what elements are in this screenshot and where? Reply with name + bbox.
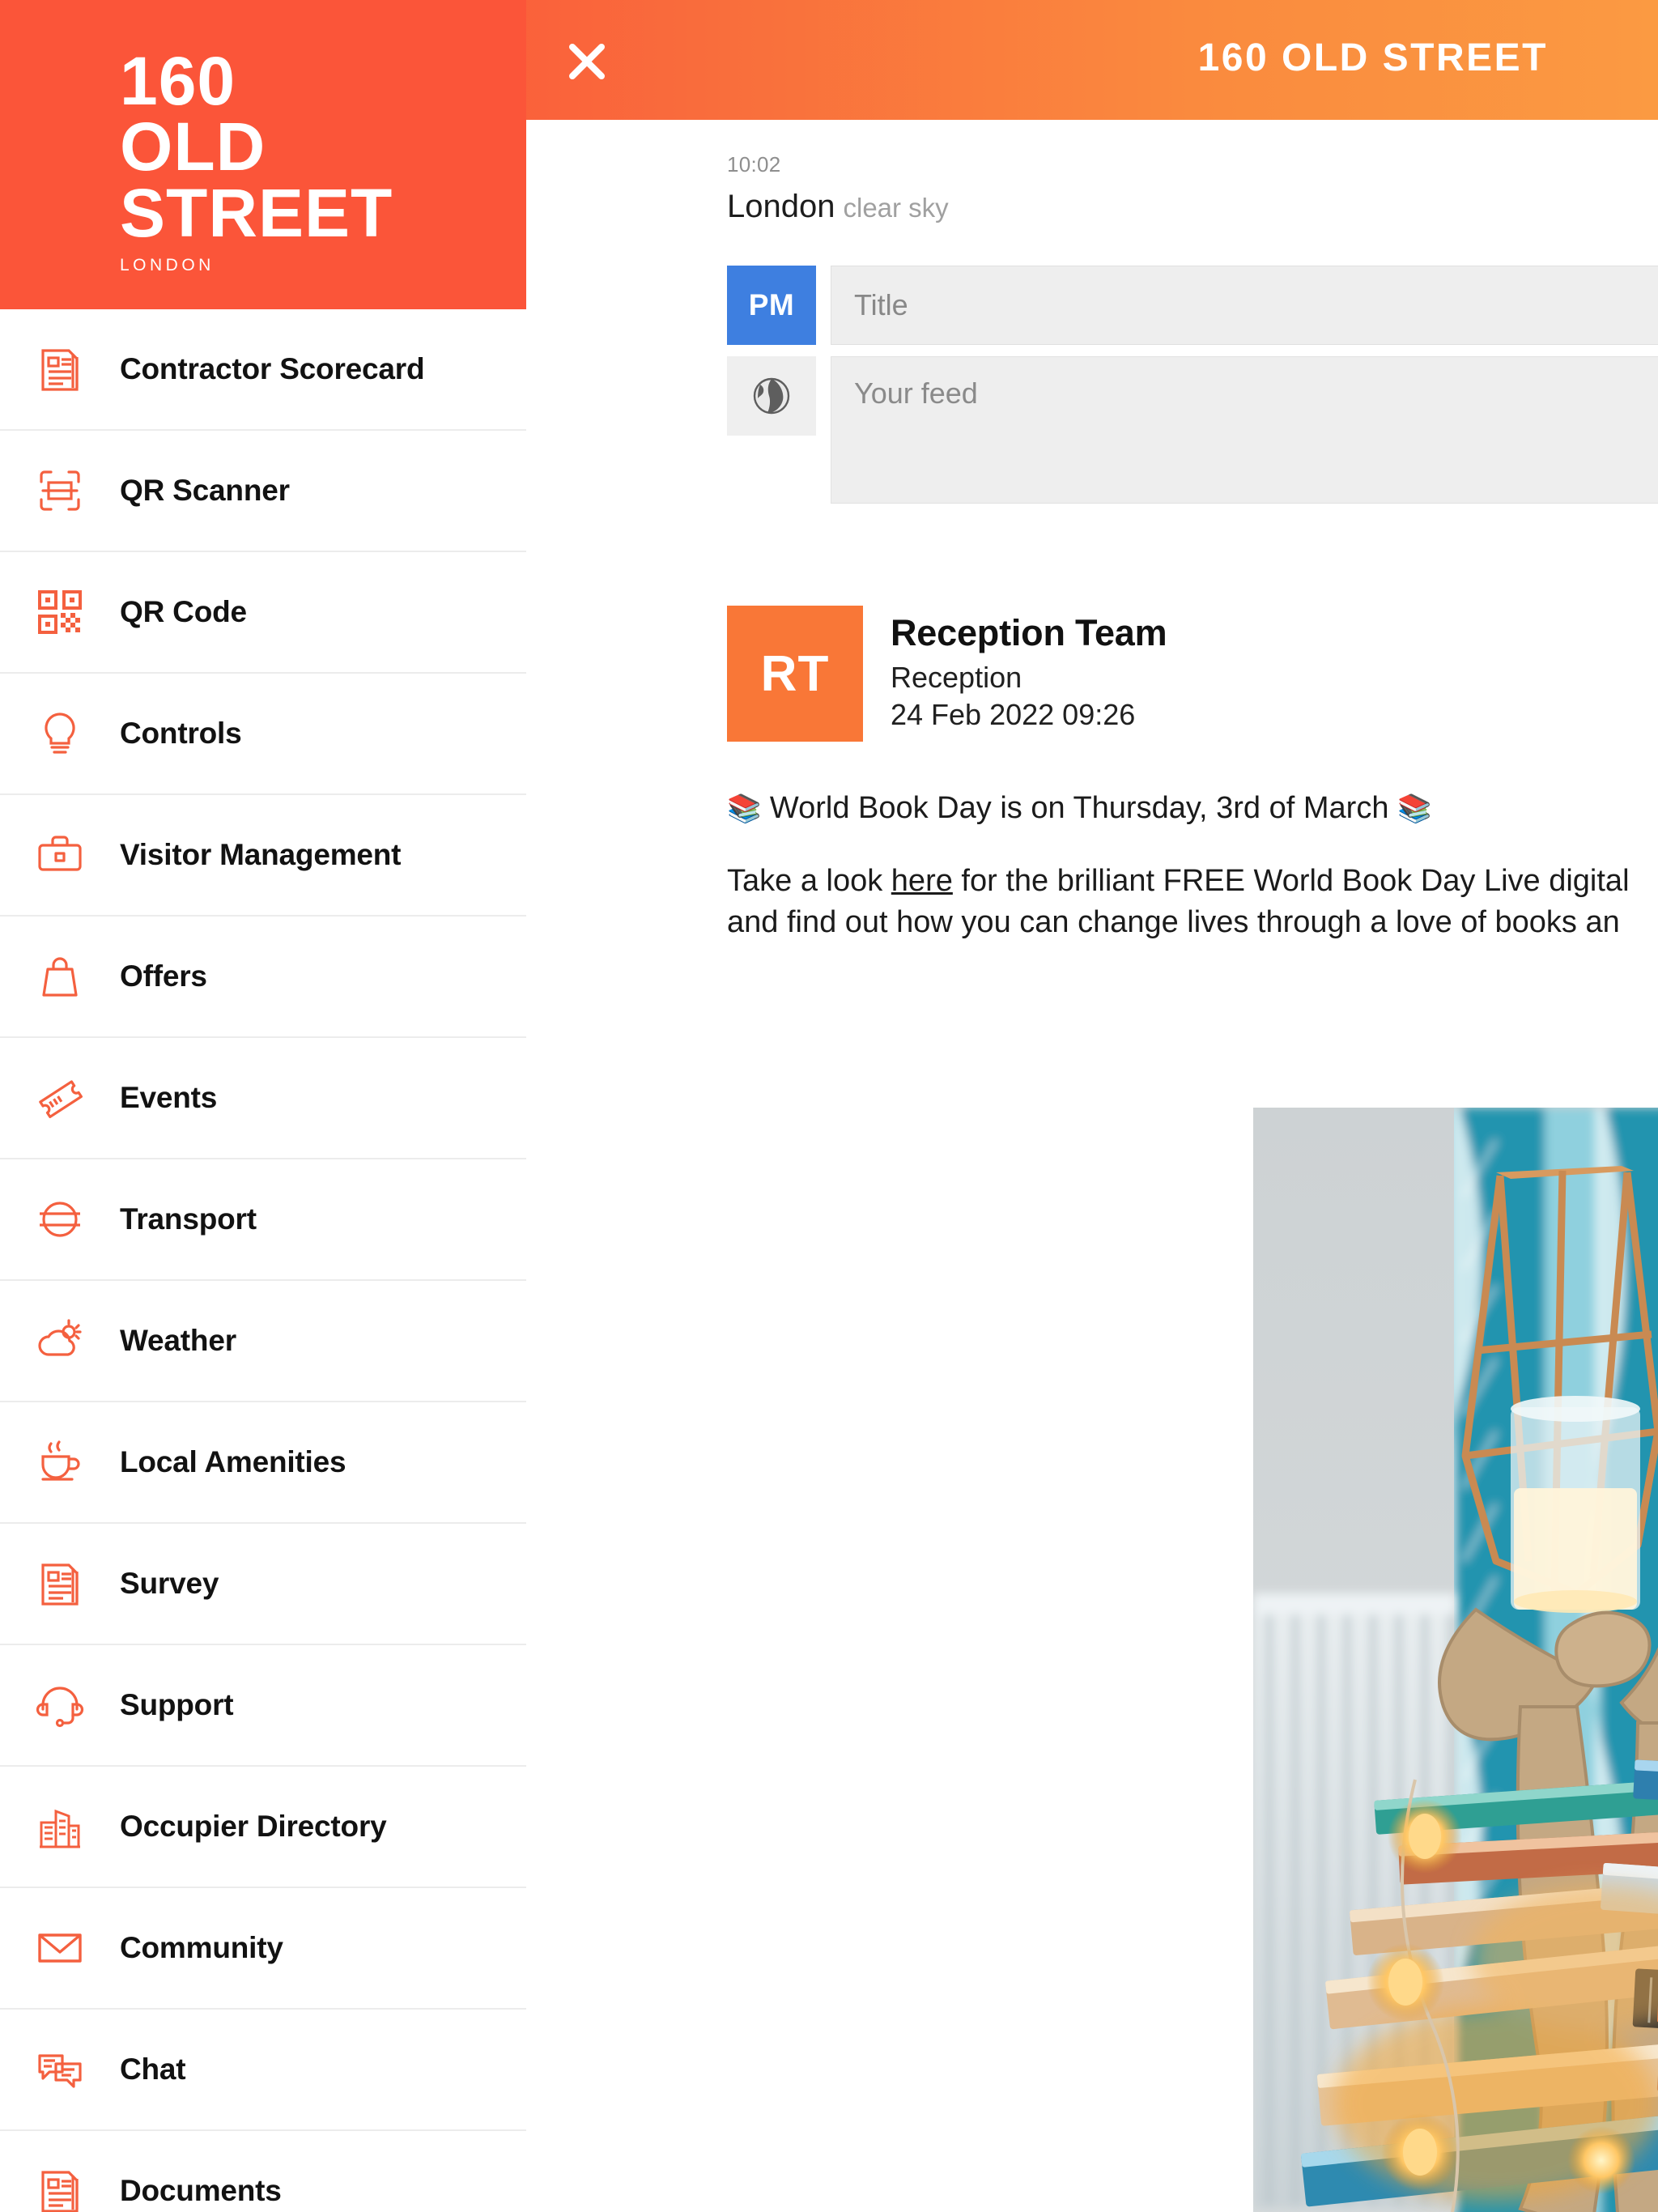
- sidebar-item-offers[interactable]: Offers: [0, 917, 526, 1038]
- post-meta: Reception Team Reception 24 Feb 2022 09:…: [891, 606, 1167, 732]
- sidebar-item-support[interactable]: Support: [0, 1645, 526, 1767]
- books-emoji-left: 📚: [727, 793, 762, 824]
- qr-scanner-icon: [0, 466, 120, 516]
- post-line-2-before: Take a look: [727, 864, 883, 899]
- document-list-icon: [0, 1559, 120, 1609]
- sidebar: 160 OLD STREET LONDON Contractor Scoreca…: [0, 0, 526, 2212]
- post-role: Reception: [891, 661, 1022, 694]
- sidebar-item-label: Documents: [120, 2174, 282, 2207]
- sidebar-item-documents[interactable]: Documents: [0, 2131, 526, 2212]
- books-emoji-right: 📚: [1397, 793, 1432, 824]
- qr-code-icon: [0, 587, 120, 637]
- post-line-2-after: for the brilliant FREE World Book Day Li…: [961, 864, 1630, 899]
- feed-post: RT Reception Team Reception 24 Feb 2022 …: [727, 606, 1658, 943]
- post-date: 24 Feb 2022 09:26: [891, 698, 1136, 731]
- post-paragraph-1: 📚 World Book Day is on Thursday, 3rd of …: [727, 791, 1658, 825]
- sidebar-item-label: Weather: [120, 1324, 236, 1357]
- composer-feed-row: Your feed: [727, 356, 1658, 504]
- ticket-icon: [0, 1073, 120, 1123]
- sidebar-item-label: Support: [120, 1688, 234, 1721]
- post-line-3: and find out how you can change lives th…: [727, 904, 1620, 939]
- sidebar-item-label: QR Scanner: [120, 474, 290, 507]
- sidebar-item-transport[interactable]: Transport: [0, 1159, 526, 1281]
- globe-icon[interactable]: [727, 356, 816, 436]
- post-body-input[interactable]: Your feed: [831, 356, 1658, 504]
- envelope-icon: [0, 1923, 120, 1973]
- sidebar-item-label: Visitor Management: [120, 838, 402, 871]
- lightbulb-icon: [0, 708, 120, 759]
- composer-title-row: PM Title: [727, 266, 1658, 345]
- post-image: PWINE: [1253, 1108, 1658, 2212]
- sidebar-item-chat[interactable]: Chat: [0, 2010, 526, 2131]
- sidebar-item-occupier-directory[interactable]: Occupier Directory: [0, 1767, 526, 1888]
- logo-text: 160 OLD STREET LONDON: [120, 43, 393, 275]
- weather-time: 10:02: [727, 152, 781, 177]
- sidebar-item-label: Offers: [120, 959, 207, 993]
- sidebar-item-local-amenities[interactable]: Local Amenities: [0, 1402, 526, 1524]
- weather-description: clear sky: [843, 193, 949, 223]
- sidebar-item-qr-scanner[interactable]: QR Scanner: [0, 431, 526, 552]
- post-here-link[interactable]: here: [891, 864, 953, 898]
- underground-roundel-icon: [0, 1194, 120, 1244]
- close-icon[interactable]: [564, 39, 610, 84]
- sidebar-item-controls[interactable]: Controls: [0, 674, 526, 795]
- avatar: RT: [727, 606, 863, 742]
- feed-content-pane: 10:02 London clear sky PM Title Your feed: [526, 120, 1658, 2212]
- sidebar-item-label: QR Code: [120, 595, 247, 628]
- sidebar-item-label: Community: [120, 1931, 283, 1964]
- coffee-cup-icon: [0, 1437, 120, 1487]
- logo-subtitle: LONDON: [120, 256, 215, 275]
- post-line-1: World Book Day is on Thursday, 3rd of Ma…: [769, 791, 1389, 825]
- app-root: 10:02 London clear sky PM Title Your feed: [0, 0, 1658, 2212]
- sidebar-item-contractor-scorecard[interactable]: Contractor Scorecard: [0, 309, 526, 431]
- headset-icon: [0, 1680, 120, 1730]
- composer-user-badge: PM: [727, 266, 816, 345]
- briefcase-icon: [0, 830, 120, 880]
- weather-widget: 10:02 London clear sky: [727, 152, 949, 225]
- post-title-input[interactable]: Title: [831, 266, 1658, 345]
- logo-line-3: STREET: [120, 174, 393, 251]
- weather-location-line: London clear sky: [727, 189, 949, 225]
- post-header: RT Reception Team Reception 24 Feb 2022 …: [727, 606, 1658, 742]
- sidebar-item-visitor-management[interactable]: Visitor Management: [0, 795, 526, 917]
- post-composer: PM Title Your feed: [727, 266, 1658, 504]
- document-list-icon: [0, 344, 120, 394]
- chat-bubbles-icon: [0, 2044, 120, 2095]
- sidebar-item-label: Events: [120, 1081, 218, 1114]
- sidebar-item-label: Occupier Directory: [120, 1810, 387, 1843]
- sidebar-item-label: Transport: [120, 1202, 257, 1236]
- documents-icon: [0, 2166, 120, 2212]
- weather-city: London: [727, 189, 835, 224]
- page-title: 160 OLD STREET: [1197, 36, 1548, 79]
- sidebar-item-survey[interactable]: Survey: [0, 1524, 526, 1645]
- sidebar-item-weather[interactable]: Weather: [0, 1281, 526, 1402]
- sun-cloud-icon: [0, 1316, 120, 1366]
- post-author: Reception Team: [891, 612, 1167, 653]
- logo-line-1: 160: [120, 43, 236, 119]
- sidebar-item-community[interactable]: Community: [0, 1888, 526, 2010]
- sidebar-item-label: Contractor Scorecard: [120, 352, 425, 385]
- sidebar-item-label: Chat: [120, 2052, 186, 2086]
- sidebar-item-label: Controls: [120, 717, 242, 750]
- sidebar-item-label: Survey: [120, 1567, 219, 1600]
- sidebar-logo[interactable]: 160 OLD STREET LONDON: [0, 0, 526, 309]
- sidebar-item-qr-code[interactable]: QR Code: [0, 552, 526, 674]
- post-paragraph-2: Take a look here for the brilliant FREE …: [727, 861, 1658, 943]
- shopping-bag-icon: [0, 951, 120, 1002]
- sidebar-menu: Contractor Scorecard QR Scanner QR Code …: [0, 309, 526, 2212]
- sidebar-item-label: Local Amenities: [120, 1445, 346, 1478]
- post-body: 📚 World Book Day is on Thursday, 3rd of …: [727, 791, 1658, 943]
- buildings-icon: [0, 1802, 120, 1852]
- sidebar-item-events[interactable]: Events: [0, 1038, 526, 1159]
- logo-line-2: OLD: [120, 108, 266, 185]
